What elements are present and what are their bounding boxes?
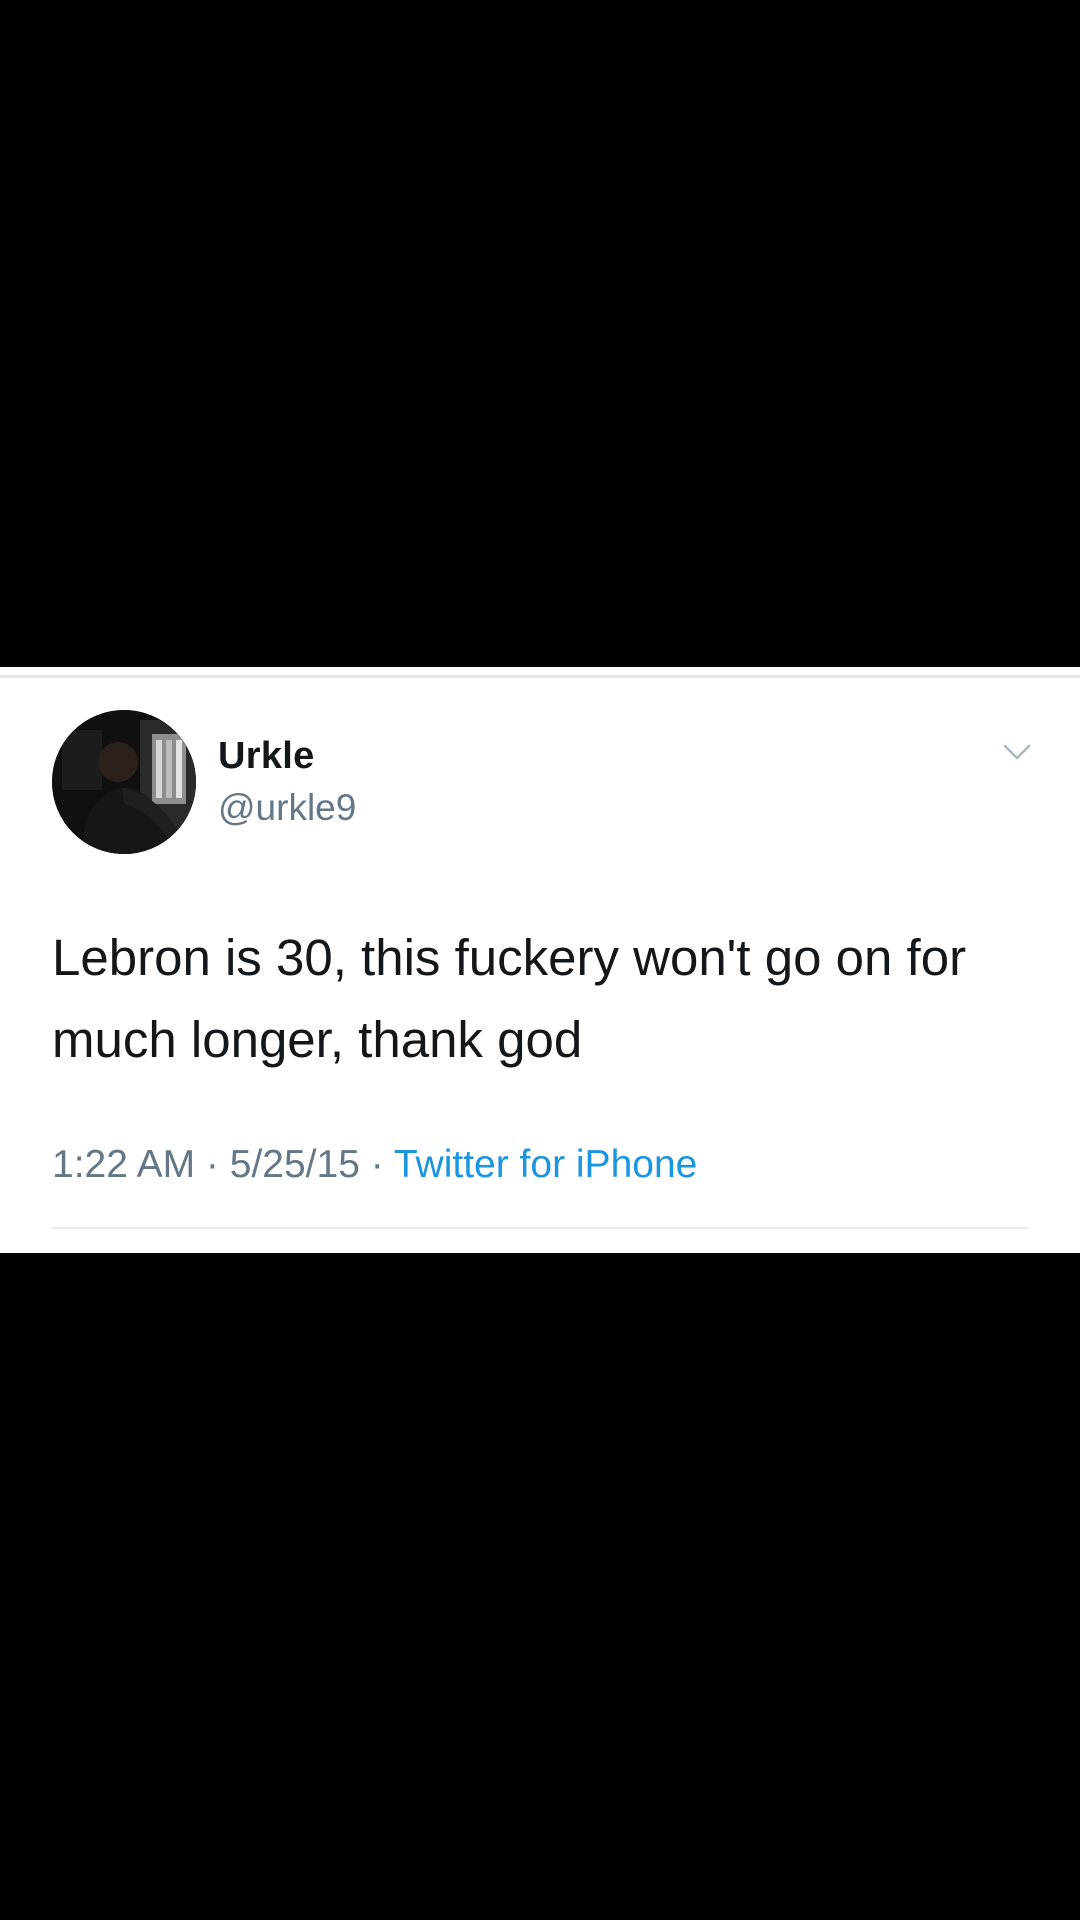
tweet-date: 5/25/15 <box>229 1143 360 1186</box>
user-handle[interactable]: @urkle9 <box>218 787 356 829</box>
meta-separator: · <box>359 1143 394 1186</box>
tweet-source-link[interactable]: Twitter for iPhone <box>394 1143 697 1186</box>
tweet-text: Lebron is 30, this fuckery won't go on f… <box>52 929 967 1068</box>
meta-separator: · <box>195 1143 230 1186</box>
bottom-divider <box>52 1227 1028 1229</box>
avatar[interactable] <box>52 710 196 854</box>
top-divider <box>0 675 1080 678</box>
screen: Urkle @urkle9 Lebron is 30, this fuckery… <box>0 0 1080 1920</box>
tweet-card: Urkle @urkle9 Lebron is 30, this fuckery… <box>0 667 1080 1253</box>
chevron-down-icon[interactable] <box>1000 735 1034 769</box>
display-name[interactable]: Urkle <box>218 735 315 778</box>
avatar-photo <box>52 710 196 854</box>
tweet-time: 1:22 AM <box>52 1143 196 1186</box>
tweet-meta: 1:22 AM · 5/25/15 · Twitter for iPhone <box>52 1143 697 1187</box>
